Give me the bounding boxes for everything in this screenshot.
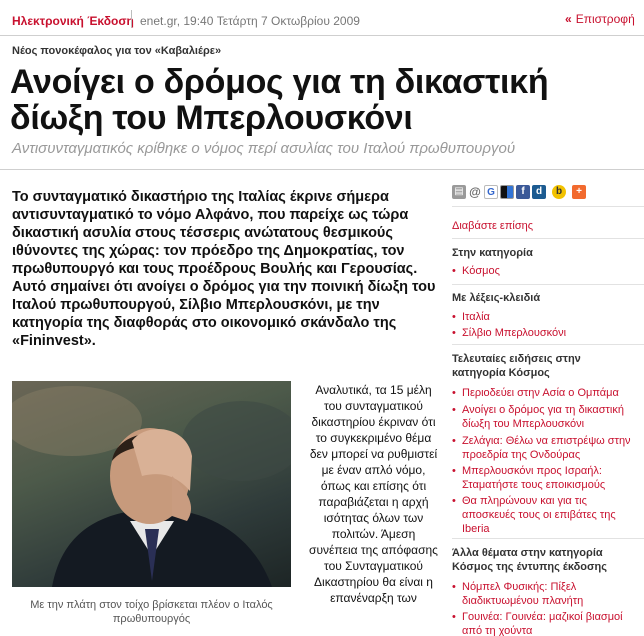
bullet-icon: • [452,327,456,339]
latest-news-link[interactable]: • Μπερλουσκόνι προς Ισραήλ: Σταματήστε το… [452,464,642,492]
bullet-icon: • [452,465,456,477]
latest-news-link-label: Θα πληρώνουν και για τις αποσκευές τους … [462,495,616,535]
category-link[interactable]: • Κόσμος [452,264,642,278]
dateline: enet.gr, 19:40 Τετάρτη 7 Οκτωβρίου 2009 [140,14,360,28]
bullet-icon: • [452,581,456,593]
latest-news-link-label: Ζελάγια: Θέλω να επιστρέψω στην προεδρία… [462,435,631,461]
latest-news-link-label: Ανοίγει ο δρόμος για τη δικαστική δίωξη … [462,404,624,430]
print-icon[interactable]: ▤ [452,185,466,199]
category-heading: Στην κατηγορία [452,247,533,259]
article-subhead: Αντισυνταγματικός κρίθηκε ο νόμος περί α… [12,140,516,157]
back-arrow-icon: « [565,12,572,26]
other-topic-link-label: Νόμπελ Φυσικής: Πίξελ διαδικτυωμένου πλα… [462,581,584,607]
latest-news-heading: Τελευταίες ειδήσεις στην κατηγορία Κόσμο… [452,353,581,379]
back-link-label: Επιστροφή [575,12,635,26]
keyword-link-label: Σίλβιο Μπερλουσκόνι [462,327,567,339]
delicious-icon[interactable] [500,185,514,199]
read-also-label: Διαβάστε επίσης [452,220,534,232]
bullet-icon: • [452,495,456,507]
latest-news-link[interactable]: • Θα πληρώνουν και για τις αποσκευές τους… [452,494,642,536]
latest-news-link-label: Περιοδεύει στην Ασία ο Ομπάμα [462,387,619,399]
buzz-icon[interactable]: b [552,185,566,199]
facebook-icon[interactable]: f [516,185,530,199]
other-topics-heading: Άλλα θέματα στην κατηγορία Κόσμος της έν… [452,547,607,573]
digg-icon[interactable]: d [532,185,546,199]
header-divider [0,169,644,170]
article-lead: Το συνταγματικό δικαστήριο της Ιταλίας έ… [12,189,436,349]
bullet-icon: • [452,611,456,623]
keyword-link[interactable]: • Σίλβιο Μπερλουσκόνι [452,326,642,340]
latest-news-link[interactable]: • Ζελάγια: Θέλω να επιστρέψω στην προεδρί… [452,434,642,462]
other-topic-link[interactable]: • Νόμπελ Φυσικής: Πίξελ διαδικτυωμένου πλ… [452,580,642,608]
email-icon[interactable]: @ [468,185,482,199]
category-link-label: Κόσμος [462,265,500,277]
other-topic-link-label: Γουινέα: Γουινέα: μαζικοί βιασμοί από τη… [462,611,623,636]
bullet-icon: • [452,435,456,447]
other-topic-link[interactable]: • Γουινέα: Γουινέα: μαζικοί βιασμοί από τ… [452,610,642,636]
sidebar-divider [452,238,644,239]
article-photo [12,381,291,587]
photo-caption: Με την πλάτη στον τοίχο βρίσκεται πλέον … [30,599,273,625]
back-link[interactable]: «Επιστροφή [565,12,635,26]
topbar-divider [131,10,132,28]
sidebar-divider [452,344,644,345]
bullet-icon: • [452,404,456,416]
share-divider [452,206,644,207]
latest-news-link-label: Μπερλουσκόνι προς Ισραήλ: Σταματήστε του… [462,465,606,491]
sidebar-divider [452,284,644,285]
keywords-heading: Με λέξεις-κλειδιά [452,292,541,304]
share-toolbar: ▤ @ G f d b + [452,184,644,207]
keyword-link[interactable]: • Ιταλία [452,310,642,324]
bullet-icon: • [452,311,456,323]
article-headline: Ανοίγει ο δρόμος για τη δικαστική δίωξη … [10,63,549,137]
bullet-icon: • [452,387,456,399]
article-body: Αναλυτικά, τα 15 μέλη του συνταγματικού … [309,383,438,605]
sidebar-divider [452,538,644,539]
addthis-icon[interactable]: + [572,185,586,199]
latest-news-link[interactable]: • Ανοίγει ο δρόμος για τη δικαστική δίωξη… [452,403,642,431]
bullet-icon: • [452,265,456,277]
top-bar: Ηλεκτρονική Έκδοση enet.gr, 19:40 Τετάρτ… [0,0,644,36]
edition-label[interactable]: Ηλεκτρονική Έκδοση [12,14,134,28]
google-icon[interactable]: G [484,185,498,199]
article-kicker: Νέος πονοκέφαλος για τον «Καβαλιέρε» [12,45,222,57]
photo-illustration [12,386,291,587]
latest-news-link[interactable]: • Περιοδεύει στην Ασία ο Ομπάμα [452,386,642,400]
keyword-link-label: Ιταλία [462,311,490,323]
